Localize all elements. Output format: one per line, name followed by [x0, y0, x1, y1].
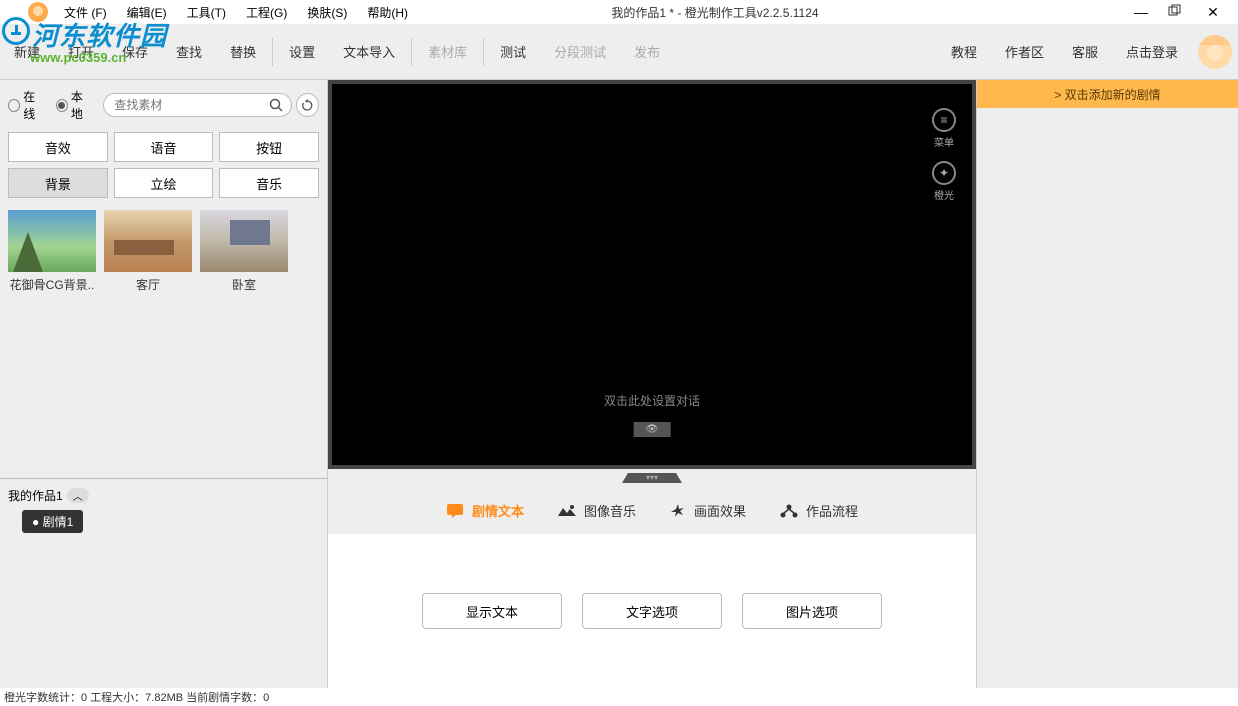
- app-avatar-icon: [28, 2, 48, 22]
- search-icon[interactable]: [269, 98, 283, 112]
- center-panel: ≡ 菜单 ✦ 橙光 双击此处设置对话 👁 ▾▾▾ 剧情文本: [328, 80, 976, 688]
- chevron-down-icon: ▾▾▾: [622, 473, 682, 483]
- tab-label: 剧情文本: [472, 501, 524, 520]
- preview-frame: ≡ 菜单 ✦ 橙光 双击此处设置对话 👁: [328, 80, 976, 469]
- opt-image-choice[interactable]: 图片选项: [742, 593, 882, 629]
- collapse-icon[interactable]: ︿: [67, 488, 89, 503]
- radio-online-label: 在线: [23, 88, 45, 122]
- tb-save[interactable]: 保存: [108, 24, 162, 79]
- tb-open[interactable]: 打开: [54, 24, 108, 79]
- asset-label: 客厅: [104, 276, 192, 293]
- tb-publish: 发布: [620, 24, 674, 79]
- cat-sprite[interactable]: 立绘: [114, 168, 214, 198]
- radio-local-label: 本地: [71, 88, 93, 122]
- tb-replace[interactable]: 替换: [216, 24, 270, 79]
- window-title: 我的作品1 * - 橙光制作工具v2.2.5.1124: [418, 4, 1132, 21]
- opt-show-text[interactable]: 显示文本: [422, 593, 562, 629]
- image-icon: [558, 504, 576, 518]
- preview-hint[interactable]: 双击此处设置对话: [332, 392, 972, 409]
- tab-label: 图像音乐: [584, 501, 636, 520]
- refresh-button[interactable]: [296, 93, 319, 117]
- asset-thumbnail: [8, 210, 96, 272]
- tab-image-music[interactable]: 图像音乐: [556, 497, 638, 524]
- menu-icon-label: 菜单: [932, 134, 956, 149]
- toolbar: 新建 打开 保存 查找 替换 设置 文本导入 素材库 测试 分段测试 发布 教程…: [0, 24, 1238, 80]
- effect-icon: [670, 503, 686, 519]
- toolbar-separator: [483, 38, 484, 66]
- tb-new[interactable]: 新建: [0, 24, 54, 79]
- tb-support[interactable]: 客服: [1058, 24, 1112, 79]
- radio-local[interactable]: 本地: [56, 88, 94, 122]
- eye-icon[interactable]: 👁: [634, 422, 671, 437]
- tab-label: 画面效果: [694, 501, 746, 520]
- toolbar-separator: [411, 38, 412, 66]
- radio-icon: [56, 99, 68, 112]
- menu-icon[interactable]: ≡: [932, 108, 956, 132]
- chat-icon: [446, 503, 464, 519]
- tab-script-text[interactable]: 剧情文本: [444, 497, 526, 524]
- preview-overlay-buttons: ≡ 菜单 ✦ 橙光: [932, 108, 956, 214]
- asset-item[interactable]: 花御骨CG背景..: [8, 210, 96, 293]
- menu-bar: 文件 (F) 编辑(E) 工具(T) 工程(G) 换肤(S) 帮助(H) 我的作…: [0, 0, 1238, 24]
- tb-author-zone[interactable]: 作者区: [991, 24, 1058, 79]
- tb-tutorial[interactable]: 教程: [937, 24, 991, 79]
- project-name[interactable]: 我的作品1: [8, 487, 63, 504]
- menu-edit[interactable]: 编辑(E): [117, 4, 177, 21]
- editor-tabs: 剧情文本 图像音乐 画面效果 作品流程: [328, 497, 976, 524]
- asset-label: 花御骨CG背景..: [8, 276, 96, 293]
- search-input[interactable]: [114, 98, 269, 112]
- cat-voice[interactable]: 语音: [114, 132, 214, 162]
- cat-music[interactable]: 音乐: [219, 168, 319, 198]
- tb-test[interactable]: 测试: [486, 24, 540, 79]
- menu-tools[interactable]: 工具(T): [177, 4, 236, 21]
- tb-asset-library[interactable]: 素材库: [414, 24, 481, 79]
- cat-button[interactable]: 按钮: [219, 132, 319, 162]
- tab-screen-effect[interactable]: 画面效果: [668, 497, 748, 524]
- splitter-handle[interactable]: ▾▾▾: [328, 469, 976, 487]
- user-avatar-icon[interactable]: [1198, 35, 1232, 69]
- asset-panel: 在线 本地 音效 语音 按钮 背景 立绘 音乐 花御骨: [0, 80, 328, 688]
- refresh-icon: [301, 99, 314, 112]
- tb-find[interactable]: 查找: [162, 24, 216, 79]
- tb-login[interactable]: 点击登录: [1112, 24, 1192, 79]
- options-panel: 显示文本 文字选项 图片选项: [328, 534, 976, 688]
- project-tree-panel: 我的作品1 ︿ 剧情1: [0, 478, 327, 688]
- menu-help[interactable]: 帮助(H): [357, 4, 418, 21]
- tab-flow[interactable]: 作品流程: [778, 497, 860, 524]
- close-button[interactable]: ✕: [1204, 4, 1222, 21]
- menu-skin[interactable]: 换肤(S): [297, 4, 357, 21]
- scene-chip[interactable]: 剧情1: [22, 510, 83, 533]
- right-panel: > 双击添加新的剧情: [976, 80, 1238, 688]
- tb-settings[interactable]: 设置: [275, 24, 329, 79]
- opt-text-choice[interactable]: 文字选项: [582, 593, 722, 629]
- toolbar-separator: [272, 38, 273, 66]
- preview-canvas[interactable]: ≡ 菜单 ✦ 橙光 双击此处设置对话 👁: [332, 84, 972, 465]
- asset-item[interactable]: 卧室: [200, 210, 288, 293]
- asset-thumbnail: [200, 210, 288, 272]
- brand-icon-label: 橙光: [932, 187, 956, 202]
- brand-icon[interactable]: ✦: [932, 161, 956, 185]
- tb-import-text[interactable]: 文本导入: [329, 24, 409, 79]
- tab-label: 作品流程: [806, 501, 858, 520]
- maximize-button[interactable]: [1168, 4, 1186, 21]
- category-grid: 音效 语音 按钮 背景 立绘 音乐: [0, 126, 327, 204]
- window-controls: — ✕: [1132, 4, 1238, 21]
- menu-project[interactable]: 工程(G): [236, 4, 297, 21]
- radio-online[interactable]: 在线: [8, 88, 46, 122]
- tb-segment-test: 分段测试: [540, 24, 620, 79]
- radio-icon: [8, 99, 20, 112]
- asset-search: [103, 93, 292, 117]
- flow-icon: [780, 504, 798, 518]
- asset-item[interactable]: 客厅: [104, 210, 192, 293]
- cat-sfx[interactable]: 音效: [8, 132, 108, 162]
- status-bar: 橙光字数统计：0 工程大小：7.82MB 当前剧情字数：0: [0, 688, 1238, 706]
- menu-file[interactable]: 文件 (F): [54, 4, 117, 21]
- minimize-button[interactable]: —: [1132, 4, 1150, 21]
- asset-label: 卧室: [200, 276, 288, 293]
- add-scene-banner[interactable]: > 双击添加新的剧情: [977, 80, 1238, 108]
- cat-background[interactable]: 背景: [8, 168, 108, 198]
- asset-thumbnail: [104, 210, 192, 272]
- asset-grid: 花御骨CG背景.. 客厅 卧室: [0, 204, 327, 478]
